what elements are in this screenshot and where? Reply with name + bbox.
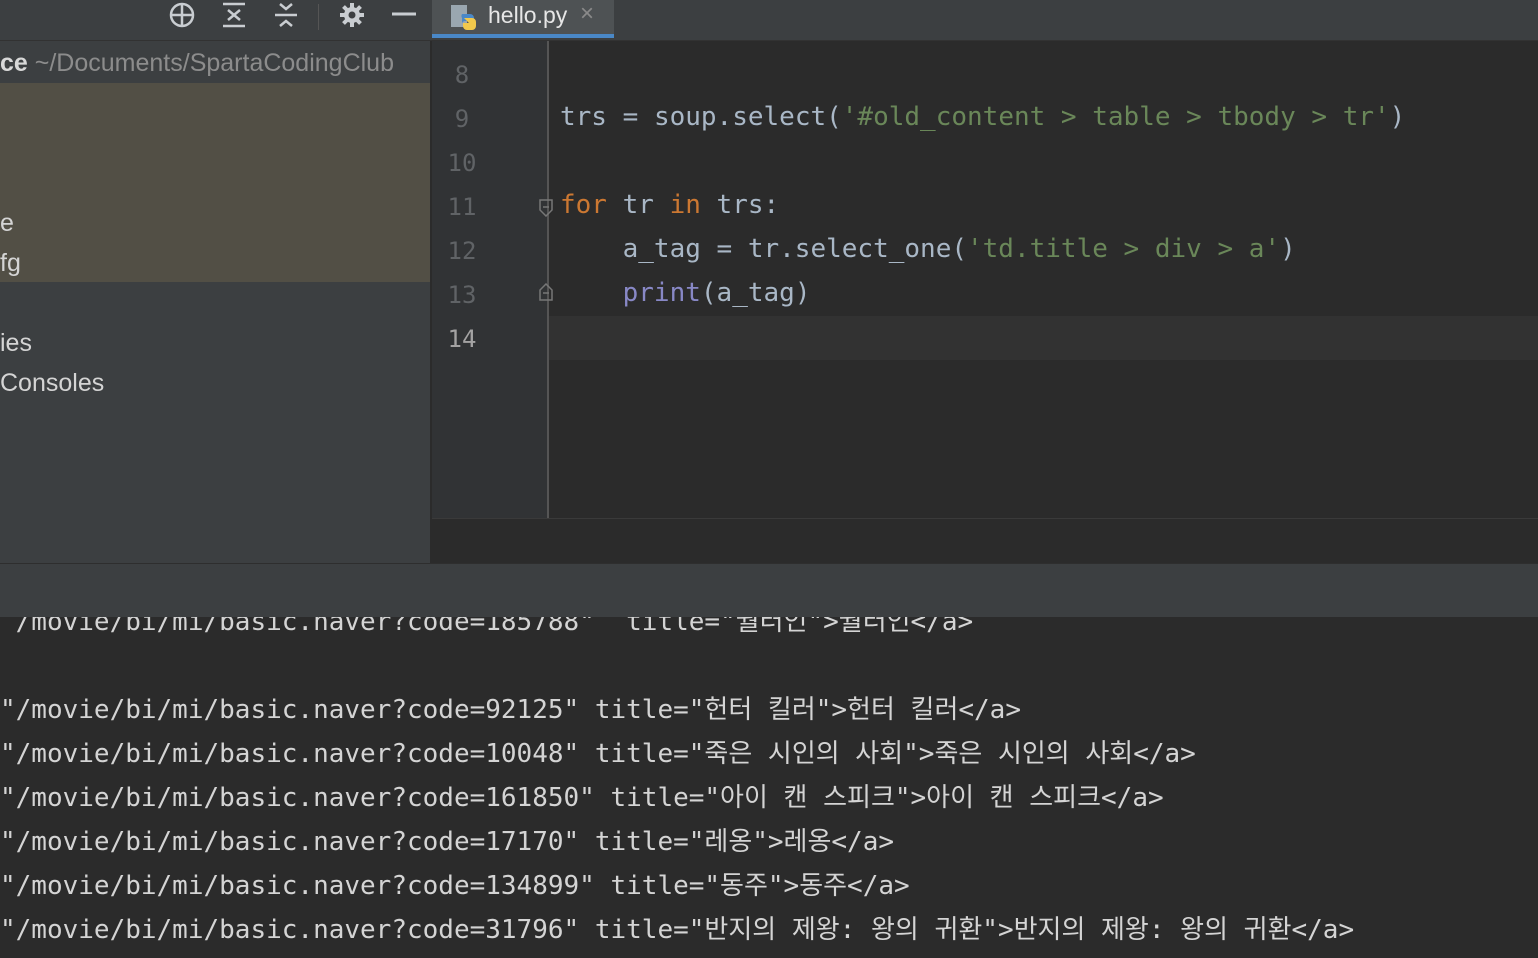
console-line: "/movie/bi/mi/basic.naver?code=134899" t… — [0, 871, 910, 901]
tree-item-external-libraries[interactable]: ies — [0, 329, 32, 358]
minimize-icon[interactable] — [386, 0, 422, 30]
code-token: soup.select( — [653, 102, 842, 132]
code-editor[interactable]: 8 9 10 11 12 13 14 trs = soup.select('#o… — [432, 41, 1538, 518]
current-line-highlight — [549, 316, 1538, 360]
run-console[interactable]: /movie/bi/mi/basic.naver?code=185788" ti… — [0, 617, 1538, 958]
code-token: tr — [606, 190, 670, 220]
console-line-partial: /movie/bi/mi/basic.naver?code=185788" ti… — [0, 617, 974, 637]
code-line-13: print(a_tag) — [560, 278, 811, 308]
code-token: a_tag = tr.select_one( — [622, 234, 967, 264]
code-string: '#old_content > table > tbody > tr' — [841, 102, 1390, 132]
line-number: 12 — [447, 237, 477, 265]
console-line: "/movie/bi/mi/basic.naver?code=92125" ti… — [0, 695, 1021, 725]
line-number: 8 — [454, 61, 470, 89]
console-line: "/movie/bi/mi/basic.naver?code=31796" ti… — [0, 915, 1355, 945]
project-panel: ce ~/Documents/SpartaCodingClub e fg ies… — [0, 41, 430, 563]
code-keyword: in — [669, 190, 701, 220]
code-keyword: for — [560, 190, 607, 220]
selection-highlight — [0, 83, 430, 282]
code-token: = — [606, 102, 654, 132]
editor-breadcrumb-area — [432, 518, 1538, 564]
code-string: 'td.title > div > a' — [967, 234, 1281, 264]
code-token: ) — [1280, 234, 1296, 264]
project-path: ~/Documents/SpartaCodingClub — [27, 49, 394, 77]
code-line-11: for tr in trs: — [560, 190, 779, 220]
toolbar-separator — [318, 4, 319, 30]
tree-item[interactable]: fg — [0, 249, 21, 278]
crosshair-icon[interactable] — [164, 0, 200, 30]
gutter-divider — [547, 41, 549, 518]
project-name: ce — [0, 49, 28, 77]
tab-label: hello.py — [488, 2, 568, 28]
console-line: "/movie/bi/mi/basic.naver?code=10048" ti… — [0, 739, 1196, 769]
code-builtin: print — [622, 278, 701, 308]
python-file-icon — [451, 5, 476, 30]
code-token: ) — [1389, 102, 1406, 132]
fold-end-marker-icon[interactable] — [538, 283, 554, 301]
expand-all-icon[interactable] — [216, 0, 252, 30]
code-token: trs: — [700, 190, 780, 220]
line-number: 10 — [447, 149, 477, 177]
code-line-9: trs = soup.select('#old_content > table … — [560, 102, 1405, 132]
project-root-path[interactable]: ce ~/Documents/SpartaCodingClub — [0, 49, 394, 78]
console-line: "/movie/bi/mi/basic.naver?code=161850" t… — [0, 783, 1164, 813]
code-token: (a_tag) — [700, 278, 811, 308]
fold-marker-icon[interactable] — [538, 199, 554, 217]
line-number: 11 — [447, 193, 477, 221]
line-number: 9 — [454, 105, 470, 133]
line-number-current: 14 — [447, 325, 477, 353]
line-number: 13 — [447, 281, 477, 309]
tab-hello-py[interactable]: hello.py × — [432, 0, 614, 38]
code-token: trs — [560, 102, 607, 132]
console-line: "/movie/bi/mi/basic.naver?code=17170" ti… — [0, 827, 894, 857]
tree-item[interactable]: e — [0, 209, 14, 238]
top-toolbar: hello.py × — [0, 0, 1538, 41]
run-tool-window-header — [0, 563, 1538, 618]
tree-item-scratches-consoles[interactable]: Consoles — [0, 369, 104, 398]
close-tab-icon[interactable]: × — [580, 0, 594, 28]
gear-icon[interactable] — [334, 0, 370, 30]
collapse-all-icon[interactable] — [268, 0, 304, 30]
code-line-12: a_tag = tr.select_one('td.title > div > … — [560, 234, 1296, 264]
